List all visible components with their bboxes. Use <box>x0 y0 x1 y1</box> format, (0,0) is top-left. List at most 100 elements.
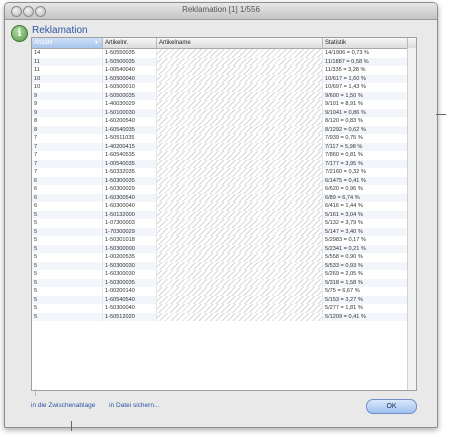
table-row[interactable]: 9 1-50500035 9/600 = 1,50 % <box>32 91 416 100</box>
cell-artikelname <box>157 261 323 270</box>
table-row[interactable]: 5 1-07300003 5/132 = 3,79 % <box>32 219 416 228</box>
cell-artikelname <box>157 295 323 304</box>
cell-anzahl: 5 <box>32 210 103 219</box>
cell-anzahl: 5 <box>32 304 103 313</box>
table-row[interactable]: 7 1-50332035 7/2160 = 0,32 % <box>32 168 416 177</box>
cell-artikelname <box>157 312 323 321</box>
table-row[interactable]: 6 1-60300540 6/89 = 6,74 % <box>32 193 416 202</box>
cell-artikelnr: 1-50550035 <box>103 49 157 58</box>
table-row[interactable]: 8 1-60200540 8/120 = 0,83 % <box>32 117 416 126</box>
cell-anzahl: 8 <box>32 125 103 134</box>
cell-anzahl: 7 <box>32 134 103 143</box>
cell-statistik: 5/533 = 0,93 % <box>323 261 408 270</box>
table-row[interactable]: 5 1-50512020 5/1209 = 0,41 % <box>32 312 416 321</box>
cell-anzahl: 10 <box>32 83 103 92</box>
table-row[interactable]: 5 1-50300000 5/2341 = 0,21 % <box>32 244 416 253</box>
cell-artikelnr: 1-00540040 <box>103 66 157 75</box>
table-row[interactable]: 7 1-40200415 7/117 = 5,98 % <box>32 142 416 151</box>
table-row[interactable]: 5 1-60300030 5/269 = 2,05 % <box>32 270 416 279</box>
cell-artikelname <box>157 219 323 228</box>
cell-artikelnr: 1-50500010 <box>103 83 157 92</box>
cell-statistik: 9/1041 = 0,86 % <box>323 108 408 117</box>
table-row[interactable]: 9 1-50100030 9/1041 = 0,86 % <box>32 108 416 117</box>
cell-statistik: 10/697 = 1,43 % <box>323 83 408 92</box>
table-row[interactable]: 11 1-50500035 11/1887 = 0,58 % <box>32 57 416 66</box>
cell-anzahl: 6 <box>32 193 103 202</box>
cell-artikelname <box>157 244 323 253</box>
ok-button[interactable]: OK <box>366 399 417 414</box>
table-row[interactable]: 6 1-50300029 6/620 = 0,96 % <box>32 185 416 194</box>
cell-statistik: 5/2341 = 0,21 % <box>323 244 408 253</box>
cell-statistik: 5/147 = 3,40 % <box>323 227 408 236</box>
table-row[interactable]: 6 1-60300040 6/416 = 1,44 % <box>32 202 416 211</box>
cell-statistik: 5/277 = 1,81 % <box>323 304 408 313</box>
cell-statistik: 5/161 = 3,04 % <box>323 210 408 219</box>
cell-artikelname <box>157 278 323 287</box>
cell-anzahl: 5 <box>32 295 103 304</box>
cell-anzahl: 7 <box>32 168 103 177</box>
cell-artikelname <box>157 159 323 168</box>
cell-artikelname <box>157 202 323 211</box>
table-row[interactable]: 5 1-50300035 5/318 = 1,58 % <box>32 278 416 287</box>
table-row[interactable]: 5 1-00200535 5/558 = 0,90 % <box>32 253 416 262</box>
table-row[interactable]: 7 1-50511035 7/939 = 0,75 % <box>32 134 416 143</box>
cell-statistik: 7/860 = 0,81 % <box>323 151 408 160</box>
sort-descending-icon: ▼ <box>94 40 99 46</box>
table-row[interactable]: 5 1-50132000 5/161 = 3,04 % <box>32 210 416 219</box>
cell-anzahl: 5 <box>32 312 103 321</box>
table-row[interactable]: 5 1-50301018 5/2983 = 0,17 % <box>32 236 416 245</box>
cell-anzahl: 5 <box>32 227 103 236</box>
cell-anzahl: 10 <box>32 74 103 83</box>
table-row[interactable]: 6 1-50300035 6/1475 = 0,41 % <box>32 176 416 185</box>
cell-statistik: 5/1209 = 0,41 % <box>323 312 408 321</box>
table-row[interactable]: 9 1-40030029 9/101 = 8,91 % <box>32 100 416 109</box>
cell-statistik: 10/617 = 1,60 % <box>323 74 408 83</box>
cell-artikelnr: 1-50300035 <box>103 278 157 287</box>
cell-statistik: 8/1292 = 0,62 % <box>323 125 408 134</box>
table-row[interactable]: 5 1-70300029 5/147 = 3,40 % <box>32 227 416 236</box>
cell-artikelname <box>157 185 323 194</box>
cell-anzahl: 5 <box>32 253 103 262</box>
cell-statistik: 5/153 = 3,27 % <box>323 295 408 304</box>
table-row[interactable]: 11 1-00540040 11/335 = 3,28 % <box>32 66 416 75</box>
cell-statistik: 7/177 = 3,95 % <box>323 159 408 168</box>
cell-artikelnr: 1-50300035 <box>103 176 157 185</box>
cell-statistik: 7/2160 = 0,32 % <box>323 168 408 177</box>
table-row[interactable]: 5 1-60540540 5/153 = 3,27 % <box>32 295 416 304</box>
vertical-scrollbar[interactable] <box>407 48 416 390</box>
cell-artikelname <box>157 108 323 117</box>
table-body: 14 1-50550035 14/1906 = 0,73 % 11 1-50500035… <box>32 49 416 390</box>
footer-links: in die Zwischenablage in Datei sichern..… <box>31 402 171 409</box>
table-row[interactable]: 14 1-50550035 14/1906 = 0,73 % <box>32 49 416 58</box>
cell-statistik: 11/1887 = 0,58 % <box>323 57 408 66</box>
column-header-artikelname[interactable]: Artikelname <box>157 38 323 48</box>
cell-statistik: 5/2983 = 0,17 % <box>323 236 408 245</box>
table-row[interactable]: 5 1-50300030 5/533 = 0,93 % <box>32 261 416 270</box>
save-to-file-link[interactable]: in Datei sichern... <box>109 402 159 409</box>
table-row[interactable]: 5 1-00200140 5/75 = 6,67 % <box>32 287 416 296</box>
cell-anzahl: 9 <box>32 108 103 117</box>
table-row[interactable]: 10 1-50500040 10/617 = 1,60 % <box>32 74 416 83</box>
cell-artikelnr: 1-50100030 <box>103 108 157 117</box>
cell-artikelname <box>157 100 323 109</box>
table-row[interactable]: 7 1-60540535 7/860 = 0,81 % <box>32 151 416 160</box>
copy-to-clipboard-link[interactable]: in die Zwischenablage <box>31 402 95 409</box>
cell-artikelnr: 1-50500040 <box>103 74 157 83</box>
column-header-artikelnr[interactable]: Artikelnr. <box>103 38 157 48</box>
table-row[interactable]: 5 1-50300040 5/277 = 1,81 % <box>32 304 416 313</box>
table-row[interactable]: 7 1-00540035 7/177 = 3,95 % <box>32 159 416 168</box>
cell-anzahl: 5 <box>32 244 103 253</box>
cell-artikelnr: 1-60540540 <box>103 295 157 304</box>
cell-artikelnr: 1-70300029 <box>103 227 157 236</box>
column-header-anzahl[interactable]: Anzahl ▼ <box>32 38 103 48</box>
cell-artikelname <box>157 304 323 313</box>
cell-artikelname <box>157 253 323 262</box>
cell-artikelnr: 1-50500035 <box>103 91 157 100</box>
cell-anzahl: 14 <box>32 49 103 58</box>
column-header-statistik[interactable]: Statistik <box>323 38 408 48</box>
table-row[interactable]: 8 1-60540035 8/1292 = 0,62 % <box>32 125 416 134</box>
window-title: Reklamation [1] 1/556 <box>182 5 260 14</box>
table-row[interactable]: 10 1-50500010 10/697 = 1,43 % <box>32 83 416 92</box>
cell-artikelnr: 1-50301018 <box>103 236 157 245</box>
cell-anzahl: 5 <box>32 236 103 245</box>
